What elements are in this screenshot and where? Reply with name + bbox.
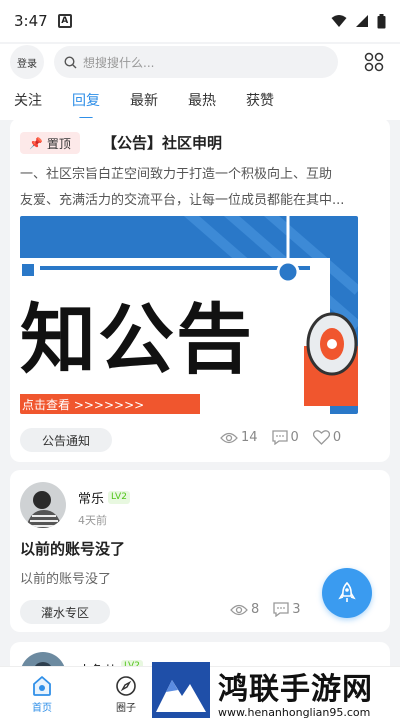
site-watermark: 鸿联手游网 www.henanhonglian95.com [152, 662, 400, 722]
eye-icon [220, 432, 238, 443]
wifi-icon [331, 15, 347, 27]
status-icons [331, 13, 386, 29]
rocket-icon [338, 582, 356, 602]
post-stats: 8 3 [216, 602, 301, 617]
new-post-fab[interactable] [322, 568, 372, 618]
signal-icon [356, 15, 368, 27]
post-stats: 14 0 0 [206, 430, 341, 445]
notification-a-icon: A [57, 14, 72, 28]
post-title: 以前的账号没了 [20, 540, 126, 558]
announcement-banner-image[interactable]: 知公告 点击查看 >>>>>>> [20, 216, 358, 414]
home-icon [33, 676, 51, 696]
post-excerpt: 一、社区宗旨白芷空间致力于打造一个积极向上、互助 友爱、充满活力的交流平台，让每… [20, 162, 382, 214]
level-badge: LV2 [108, 491, 130, 504]
apps-grid-icon[interactable] [364, 52, 384, 72]
views-count: 14 [241, 430, 258, 445]
watermark-url: www.henanhonglian95.com [218, 706, 371, 719]
nav-home-label: 首页 [32, 703, 52, 714]
comments-stat[interactable]: 0 [271, 430, 299, 445]
comment-icon [271, 430, 288, 445]
eye-icon [230, 604, 248, 615]
banner-text: 知公告 [20, 295, 254, 384]
status-time: 3:47 [14, 12, 48, 30]
search-placeholder: 想搜搜什么... [83, 55, 155, 70]
tab-latest[interactable]: 最新 [130, 90, 158, 110]
feed-tabs: 关注 回复 最新 最热 获赞 [0, 80, 400, 120]
post-excerpt-line2: 友爱、充满活力的交流平台，让每一位成员都能在其中... [20, 193, 345, 208]
pinned-post-card[interactable]: 📌 置顶 【公告】社区申明 一、社区宗旨白芷空间致力于打造一个积极向上、互助 友… [10, 118, 390, 462]
post-title: 【公告】社区申明 [102, 134, 223, 152]
comments-count: 3 [292, 602, 301, 617]
heart-icon [312, 430, 330, 445]
search-header: 登录 想搜搜什么... [0, 44, 400, 80]
status-bar: 3:47 A [0, 0, 400, 42]
category-tag[interactable]: 灌水专区 [20, 600, 110, 624]
tab-reply[interactable]: 回复 [72, 90, 100, 120]
comments-stat[interactable]: 3 [273, 602, 301, 617]
likes-stat[interactable]: 0 [312, 430, 342, 445]
battery-icon [377, 13, 386, 28]
pin-icon: 📌 [29, 136, 43, 150]
pinned-badge: 📌 置顶 [20, 132, 80, 154]
username-text: 常乐 [78, 492, 105, 507]
post-time: 4天前 [78, 514, 107, 527]
tab-hottest[interactable]: 最热 [188, 90, 216, 110]
banner-subtext: 点击查看 >>>>>>> [22, 398, 145, 412]
login-button[interactable]: 登录 [10, 45, 44, 79]
comments-count: 0 [290, 430, 299, 445]
comment-icon [273, 602, 289, 617]
views-stat: 14 [220, 430, 258, 445]
nav-home[interactable]: 首页 [0, 667, 84, 722]
pinned-label: 置顶 [46, 136, 71, 151]
tab-follow[interactable]: 关注 [14, 90, 42, 110]
post-excerpt-line1: 一、社区宗旨白芷空间致力于打造一个积极向上、互助 [20, 167, 333, 182]
views-count: 8 [251, 602, 260, 617]
avatar[interactable] [20, 482, 66, 528]
search-input[interactable]: 想搜搜什么... [54, 46, 338, 78]
watermark-logo-icon [152, 662, 210, 718]
post-excerpt: 以前的账号没了 [20, 572, 112, 587]
tab-liked[interactable]: 获赞 [246, 90, 274, 110]
views-stat: 8 [230, 602, 259, 617]
search-icon [64, 55, 77, 68]
nav-circle-label: 圈子 [116, 703, 136, 714]
compass-icon [116, 676, 136, 696]
watermark-title: 鸿联手游网 [218, 672, 373, 707]
category-tag[interactable]: 公告通知 [20, 428, 112, 452]
username[interactable]: 常乐 LV2 [78, 488, 130, 507]
likes-count: 0 [332, 430, 342, 445]
